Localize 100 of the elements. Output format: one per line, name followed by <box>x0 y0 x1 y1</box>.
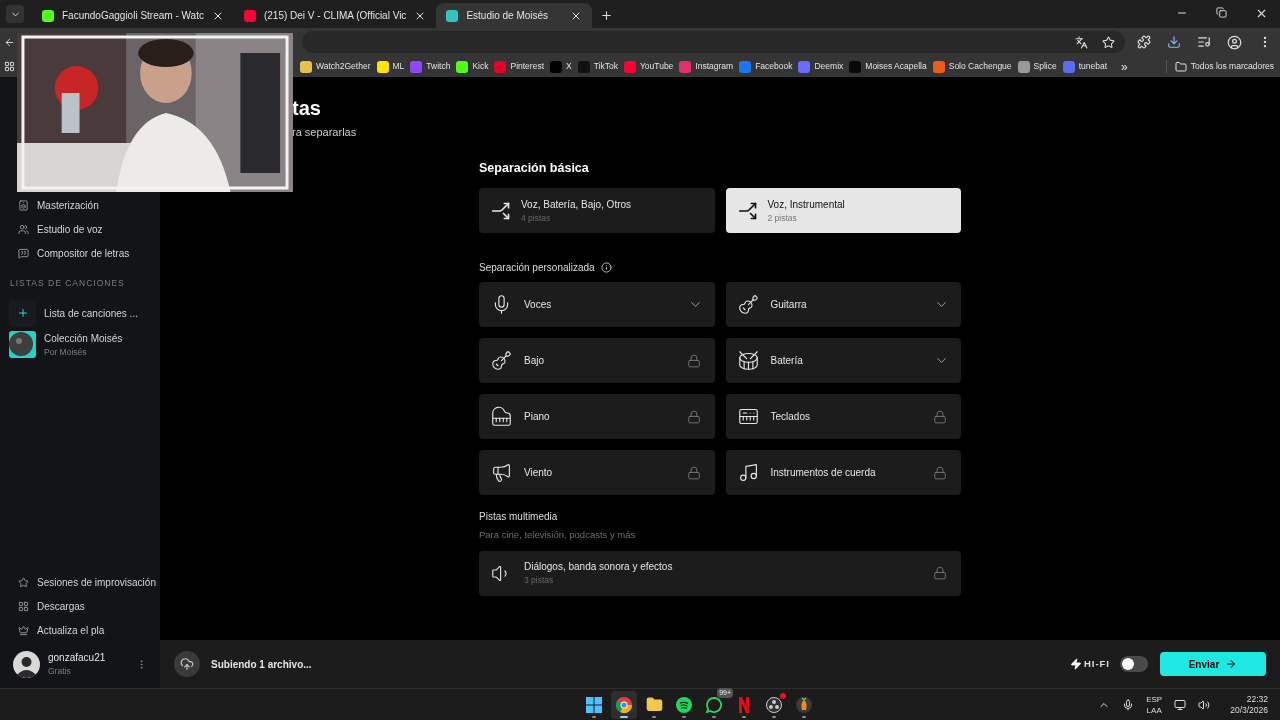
bookmark-link[interactable]: Kick <box>472 60 489 73</box>
crown-icon <box>18 624 29 636</box>
language-indicator[interactable]: ESP LAA <box>1146 693 1163 716</box>
chat-quote-icon <box>18 247 29 259</box>
browser-tab[interactable]: Estudio de Moisés <box>436 3 593 28</box>
extensions-icon[interactable] <box>1137 35 1151 49</box>
apps-icon[interactable] <box>4 61 15 72</box>
section-heading: Separación básica <box>479 159 590 177</box>
bookmark-link[interactable]: ML <box>392 60 405 73</box>
section-title: LISTAS DE CANCIONES <box>9 277 126 290</box>
back-icon[interactable] <box>4 36 15 48</box>
browser-icon[interactable] <box>616 696 633 713</box>
browser-tab[interactable]: FacundoGaggioli Stream - Watc <box>32 3 234 28</box>
send-button[interactable]: Enviar <box>1160 652 1266 676</box>
fruit-app-icon[interactable] <box>796 696 813 713</box>
speaker-icon <box>18 199 29 211</box>
tab-title: (215) Dei V - CLIMA (Official Vic <box>263 9 407 23</box>
bookmark-link[interactable]: YouTube <box>639 60 674 73</box>
stem-option[interactable]: Teclados <box>725 394 961 440</box>
stem-option[interactable]: Bajo <box>479 338 715 384</box>
sidebar-item[interactable]: Descargas <box>0 594 160 619</box>
folder-icon <box>1174 60 1187 73</box>
page-subtitle: ra separarlas <box>292 125 358 140</box>
info-icon[interactable] <box>600 262 612 274</box>
guitar-icon <box>491 350 512 372</box>
bookmark-link[interactable]: X <box>566 60 572 73</box>
close-icon[interactable] <box>1255 7 1268 20</box>
media-icon[interactable] <box>1197 35 1211 49</box>
album-cover-icon <box>9 331 36 359</box>
browser-tab[interactable]: (215) Dei V - CLIMA (Official Vic <box>233 3 437 28</box>
playlist-item[interactable]: Lista de canciones ... <box>9 299 151 327</box>
user-plan: Gratis <box>48 665 72 678</box>
bookmark-link[interactable]: Instagram <box>695 60 734 73</box>
avatar-icon <box>13 650 40 678</box>
bookmark-link[interactable]: Deemix <box>814 60 844 73</box>
translate-icon[interactable] <box>1075 35 1088 49</box>
separation-option[interactable]: Voz, Instrumental 2 pistas <box>725 188 961 234</box>
folder-icon[interactable] <box>645 696 663 713</box>
recorder-app-icon[interactable] <box>766 696 783 713</box>
playlist-title: Lista de canciones ... <box>44 306 138 321</box>
guitar-icon <box>737 294 759 316</box>
hifi-toggle[interactable] <box>1120 656 1148 672</box>
bookmark-link[interactable]: Moises Acapella <box>865 60 927 73</box>
bookmark-link[interactable]: Solo Cachengue <box>948 60 1012 73</box>
tab-title: Estudio de Moisés <box>466 9 550 23</box>
taskbar-button[interactable] <box>611 690 638 719</box>
bookmark-link[interactable]: Watch2Gether <box>316 60 371 73</box>
start-icon[interactable] <box>586 696 603 713</box>
playlist-owner: Por Moisés <box>44 345 88 359</box>
tab-search-button[interactable] <box>6 5 24 23</box>
music-note-icon <box>737 462 759 484</box>
sidebar-item[interactable]: Compositor de letras <box>0 241 160 265</box>
bookmark-star-icon[interactable] <box>1102 35 1115 49</box>
volume-icon[interactable] <box>1198 698 1211 711</box>
bookmark-link[interactable]: tunebat <box>1078 60 1108 73</box>
grid-icon <box>18 600 29 612</box>
download-icon[interactable] <box>1167 35 1181 49</box>
separation-option[interactable]: Voz, Batería, Bajo, Otros 4 pistas <box>479 188 715 234</box>
section-heading: Pistas multimedia <box>479 510 559 525</box>
video-app-icon[interactable] <box>738 696 751 713</box>
more-bookmarks-button[interactable]: » <box>1121 57 1128 76</box>
sidebar-item[interactable]: Masterización <box>0 193 160 217</box>
bookmark-link[interactable]: Splice <box>1033 60 1057 73</box>
stem-option[interactable]: Piano <box>479 394 715 440</box>
section-heading: Separación personalizada <box>479 261 595 276</box>
stem-option[interactable]: Diálogos, banda sonora y efectos 3 pistas <box>479 550 961 596</box>
bookmark-link[interactable]: Pinterest <box>510 60 544 73</box>
network-icon[interactable] <box>1174 698 1187 711</box>
stem-option[interactable]: Guitarra <box>725 282 961 328</box>
sidebar-item[interactable]: Estudio de voz <box>0 217 160 241</box>
stem-option[interactable]: Viento <box>479 450 715 496</box>
user-name: gonzafacu21 <box>48 651 107 666</box>
piano-icon <box>491 406 512 428</box>
plus-icon <box>16 307 29 320</box>
restore-icon[interactable] <box>1216 7 1227 18</box>
star-icon <box>18 576 29 588</box>
sidebar-item[interactable]: Actualiza el pla <box>0 618 160 643</box>
bookmark-link[interactable]: TikTok <box>593 60 618 73</box>
chat-app-icon[interactable] <box>706 696 723 713</box>
hifi-label: HI-FI <box>1083 656 1110 671</box>
stem-option[interactable]: Instrumentos de cuerda <box>725 450 961 496</box>
new-tab-icon[interactable] <box>600 9 614 22</box>
profile-icon[interactable] <box>1227 34 1242 50</box>
tab-title: FacundoGaggioli Stream - Watc <box>62 9 204 23</box>
drum-icon <box>737 350 759 372</box>
bookmark-link[interactable]: Twitch <box>426 60 451 73</box>
page-title: tas <box>292 96 322 121</box>
arrow-right-icon <box>1225 658 1238 670</box>
all-bookmarks-link[interactable]: Todos los marcadores <box>1190 60 1274 73</box>
playlist-item[interactable]: Colección Moisés Por Moisés <box>9 330 151 359</box>
music-app-icon[interactable] <box>676 696 693 713</box>
bookmark-link[interactable]: Facebook <box>755 60 793 73</box>
microphone-icon[interactable] <box>1122 698 1135 711</box>
sidebar-item[interactable]: Sesiones de improvisación <box>0 570 160 595</box>
clock[interactable]: 22:32 20/3/2026 <box>1230 693 1268 716</box>
cloud-upload-icon <box>180 657 194 671</box>
stem-option[interactable]: Batería <box>725 338 961 384</box>
stem-option[interactable]: Voces <box>479 282 715 328</box>
split-icon <box>737 200 758 221</box>
upload-status: Subiendo 1 archivo... <box>211 657 312 672</box>
